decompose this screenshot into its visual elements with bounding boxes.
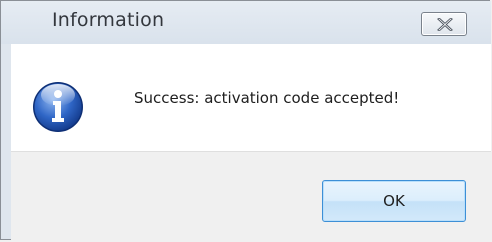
button-bar: OK (11, 151, 491, 241)
close-icon (437, 18, 453, 31)
info-dialog: Information Success: activation code acc… (0, 0, 491, 241)
info-icon (33, 82, 83, 132)
dialog-message: Success: activation code accepted! (134, 89, 400, 107)
close-button[interactable] (421, 12, 467, 36)
message-area: Success: activation code accepted! (11, 44, 491, 151)
ok-button[interactable]: OK (322, 180, 466, 222)
dialog-title: Information (52, 9, 165, 31)
title-bar[interactable]: Information (1, 1, 491, 44)
